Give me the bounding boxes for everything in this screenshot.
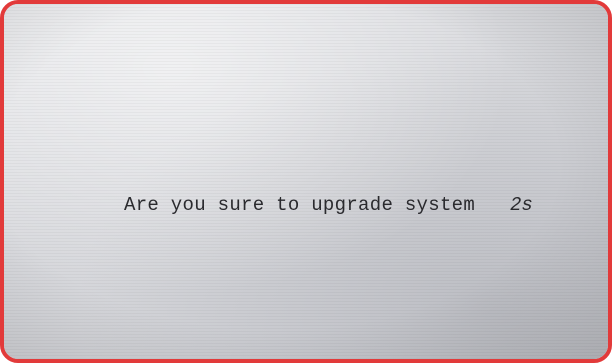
screen-background bbox=[4, 4, 608, 359]
upgrade-confirmation-message: Are you sure to upgrade system bbox=[124, 194, 476, 216]
countdown-timer: 2s bbox=[510, 194, 533, 216]
photo-frame: Are you sure to upgrade system 2s bbox=[0, 0, 612, 363]
